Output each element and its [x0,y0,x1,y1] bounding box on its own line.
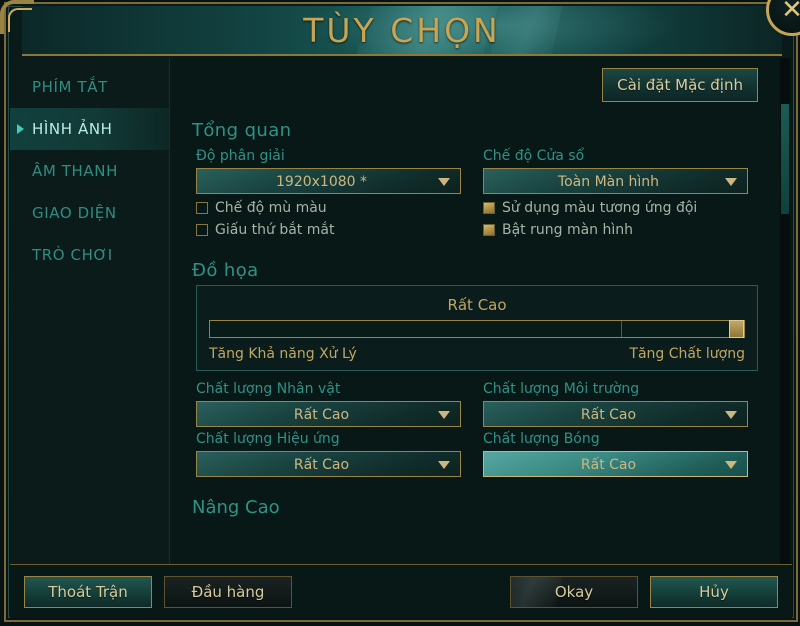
slider-handle[interactable] [729,320,744,338]
chevron-down-icon [725,178,737,186]
checkbox-icon [196,202,208,214]
chevron-down-icon [725,411,737,419]
graphics-section-title: Đồ họa [192,260,259,281]
character-quality-label: Chất lượng Nhân vật [196,381,341,397]
quality-columns: Chất lượng Nhân vật Rất Cao Chất lượng H… [188,377,762,481]
options-window: TÙY CHỌN ✕ PHÍM TẮT HÌNH ẢNH ÂM THANH GI… [0,0,800,626]
window-body: PHÍM TẮT HÌNH ẢNH ÂM THANH GIAO DIỆN TRÒ… [10,58,792,564]
resolution-dropdown[interactable]: 1920x1080 * [196,168,461,194]
checkbox-icon [196,224,208,236]
checkbox-label: Chế độ mù màu [215,200,327,216]
resolution-label: Độ phân giải [196,148,285,164]
graphics-quality-slider[interactable] [209,320,745,338]
sidebar-item-video[interactable]: HÌNH ẢNH [10,108,169,150]
sidebar-item-label: GIAO DIỆN [32,204,117,222]
checkbox-label: Bật rung màn hình [502,222,634,238]
environment-quality-dropdown[interactable]: Rất Cao [483,401,748,427]
character-quality-value: Rất Cao [293,407,350,423]
quality-left-column: Chất lượng Nhân vật Rất Cao Chất lượng H… [188,377,475,481]
sidebar-item-label: PHÍM TẮT [32,78,108,96]
defaults-row: Cài đặt Mặc định [188,64,762,112]
content-pane: Cài đặt Mặc định Tổng quan Độ phân giải … [170,58,792,564]
close-icon-glyph: ✕ [781,0,800,25]
window-mode-label: Chế độ Cửa sổ [483,148,585,164]
chevron-down-icon [438,178,450,186]
resolution-value: 1920x1080 * [276,174,367,190]
close-icon[interactable]: ✕ [766,0,800,36]
shadow-quality-dropdown[interactable]: Rất Cao [483,451,748,477]
sidebar-item-audio[interactable]: ÂM THANH [10,150,169,192]
surrender-button[interactable]: Đầu hàng [164,575,292,608]
quality-right-column: Chất lượng Môi trường Rất Cao Chất lượng… [475,377,762,481]
effects-quality-dropdown[interactable]: Rất Cao [196,451,461,477]
overview-left-column: Độ phân giải 1920x1080 * Chế độ mù màu G… [188,144,475,242]
page-title: TÙY CHỌN [303,11,501,50]
chevron-down-icon [438,461,450,469]
graphics-preset-panel: Rất Cao Tăng Khả năng Xử Lý Tăng Chất lư… [196,285,758,371]
slider-end-labels: Tăng Khả năng Xử Lý Tăng Chất lượng [209,346,745,362]
scrollbar-thumb[interactable] [781,104,789,214]
environment-quality-value: Rất Cao [580,407,637,423]
shadow-quality-value: Rất Cao [580,457,637,473]
overview-right-column: Chế độ Cửa sổ Toàn Màn hình Sử dụng màu … [475,144,762,242]
chevron-down-icon [725,461,737,469]
slider-right-label: Tăng Chất lượng [629,346,745,362]
character-quality-dropdown[interactable]: Rất Cao [196,401,461,427]
content-scroll-area: Cài đặt Mặc định Tổng quan Độ phân giải … [170,58,778,564]
overview-columns: Độ phân giải 1920x1080 * Chế độ mù màu G… [188,144,762,242]
restore-defaults-button[interactable]: Cài đặt Mặc định [602,68,758,102]
title-bar: TÙY CHỌN [22,6,782,56]
team-colors-checkbox[interactable]: Sử dụng màu tương ứng đội [483,200,748,216]
checkbox-label: Giấu thứ bắt mắt [215,222,335,238]
sidebar: PHÍM TẮT HÌNH ẢNH ÂM THANH GIAO DIỆN TRÒ… [10,58,170,564]
slider-tick-mark [621,321,623,337]
slider-left-label: Tăng Khả năng Xử Lý [209,346,357,362]
advanced-section-title: Nâng Cao [192,497,280,518]
effects-quality-label: Chất lượng Hiệu ứng [196,431,340,447]
sidebar-item-label: ÂM THANH [32,162,118,180]
effects-quality-value: Rất Cao [293,457,350,473]
environment-quality-label: Chất lượng Môi trường [483,381,640,397]
sidebar-item-interface[interactable]: GIAO DIỆN [10,192,169,234]
colorblind-mode-checkbox[interactable]: Chế độ mù màu [196,200,461,216]
checkbox-label: Sử dụng màu tương ứng đội [502,200,698,216]
footer-bar: Thoát Trận Đầu hàng Okay Hủy [10,564,792,618]
sidebar-item-hotkeys[interactable]: PHÍM TẮT [10,66,169,108]
window-mode-value: Toàn Màn hình [557,174,660,190]
sidebar-item-label: TRÒ CHƠI [32,246,113,264]
exit-match-button[interactable]: Thoát Trận [24,575,152,608]
sidebar-item-game[interactable]: TRÒ CHƠI [10,234,169,276]
overview-section-title: Tổng quan [192,120,292,141]
content-scrollbar[interactable] [780,58,790,564]
frame-corner-ornament [0,0,34,34]
hide-eye-candy-checkbox[interactable]: Giấu thứ bắt mắt [196,222,461,238]
screen-shake-checkbox[interactable]: Bật rung màn hình [483,222,748,238]
cancel-button[interactable]: Hủy [650,575,778,608]
chevron-down-icon [438,411,450,419]
checkbox-icon-checked [483,224,495,236]
shadow-quality-label: Chất lượng Bóng [483,431,600,447]
graphics-preset-value: Rất Cao [447,296,507,314]
window-mode-dropdown[interactable]: Toàn Màn hình [483,168,748,194]
checkbox-icon-checked [483,202,495,214]
sidebar-item-label: HÌNH ẢNH [32,120,113,138]
chevron-right-icon [17,124,24,134]
okay-button[interactable]: Okay [510,575,638,608]
